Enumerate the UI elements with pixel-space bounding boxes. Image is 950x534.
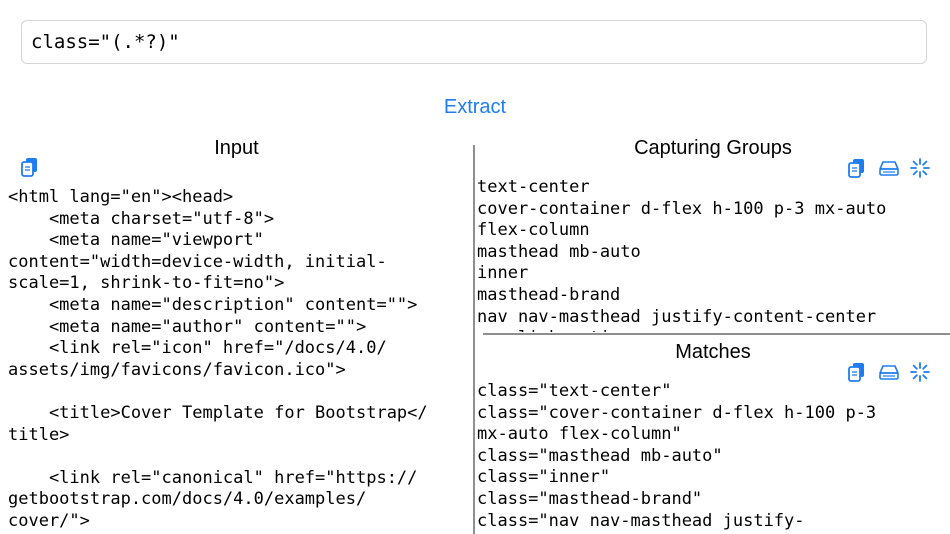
regex-input[interactable] <box>31 21 911 63</box>
input-title: Input <box>214 137 259 159</box>
horizontal-divider[interactable] <box>483 333 950 335</box>
groups-text[interactable]: text-center cover-container d-flex h-100… <box>477 177 947 332</box>
clear-icon[interactable] <box>909 361 931 383</box>
input-text[interactable]: <html lang="en"><head> <meta charset="ut… <box>8 187 470 534</box>
regex-field[interactable] <box>21 20 927 64</box>
copy-icon[interactable] <box>847 361 869 383</box>
clear-icon[interactable] <box>909 157 931 179</box>
vertical-divider[interactable] <box>473 145 475 534</box>
keyboard-icon[interactable] <box>878 361 900 383</box>
matches-text[interactable]: class="text-center" class="cover-contain… <box>477 381 947 534</box>
copy-icon[interactable] <box>847 157 869 179</box>
keyboard-icon[interactable] <box>878 157 900 179</box>
copy-icon[interactable] <box>20 156 42 178</box>
extract-button[interactable]: Extract <box>0 96 950 119</box>
